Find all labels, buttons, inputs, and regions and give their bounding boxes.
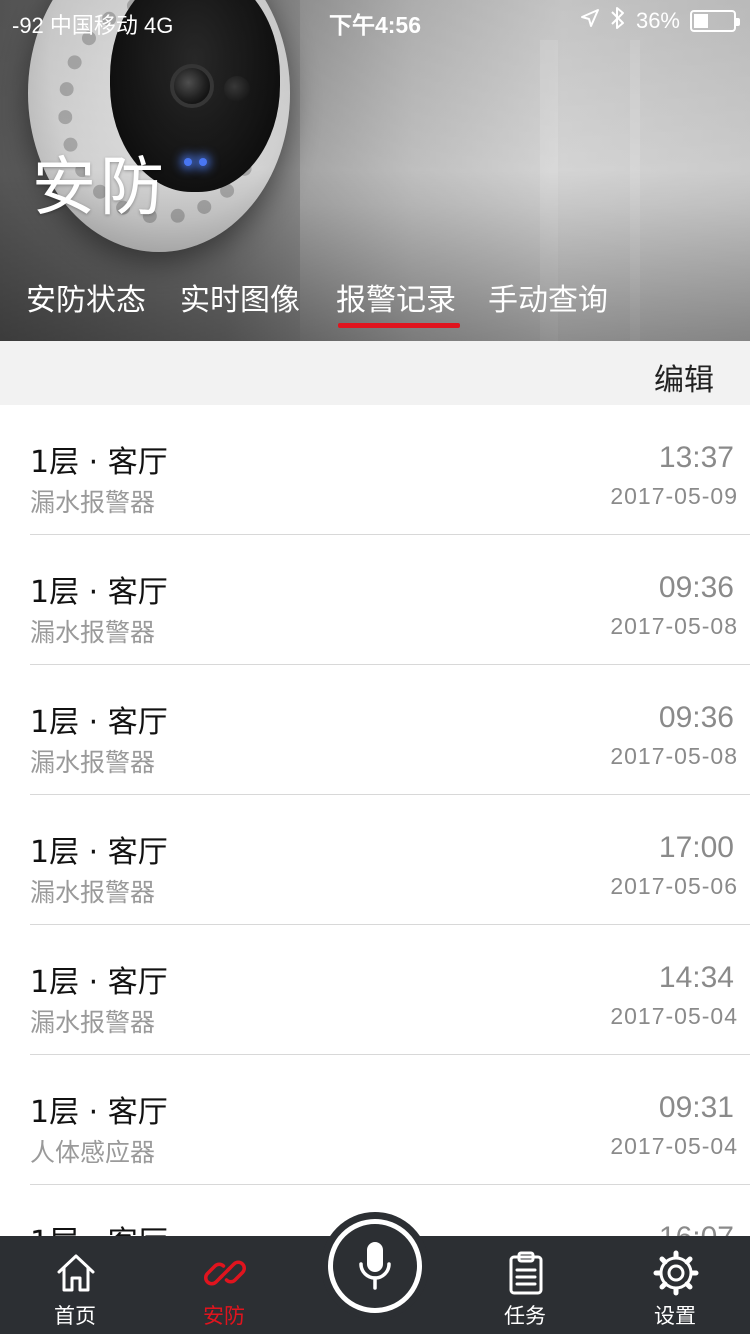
record-device: 漏水报警器: [30, 488, 156, 517]
record-device: 人体感应器: [30, 1138, 156, 1167]
record-location: 1层 · 客厅: [30, 1217, 168, 1236]
tab-alarm-records[interactable]: 报警记录: [336, 275, 456, 319]
header-hero: -92 中国移动 4G 下午4:56 36% 安防 安防状态 实时图像 报警记录…: [0, 0, 750, 341]
record-device: 漏水报警器: [30, 878, 156, 907]
list-item[interactable]: 1层 · 客厅 漏水报警器 09:36 2017-05-08: [0, 665, 750, 795]
record-location: 1层 · 客厅: [30, 445, 168, 480]
edit-button[interactable]: 编辑: [654, 355, 714, 399]
tabbar-label: 任务: [504, 1304, 546, 1328]
tabbar-item-tasks[interactable]: 任务: [465, 1236, 585, 1334]
active-tab-indicator: [338, 323, 460, 328]
voice-button-ring: [328, 1219, 422, 1313]
record-device: 漏水报警器: [30, 618, 156, 647]
tabbar-item-home[interactable]: 首页: [15, 1236, 135, 1334]
list-item[interactable]: 1层 · 客厅 漏水报警器 14:34 2017-05-04: [0, 925, 750, 1055]
battery-icon: [690, 10, 740, 32]
gear-icon: [653, 1250, 699, 1296]
record-location: 1层 · 客厅: [30, 1095, 168, 1130]
record-device: 漏水报警器: [30, 748, 156, 777]
home-icon: [57, 1254, 95, 1292]
record-location: 1层 · 客厅: [30, 835, 168, 870]
list-item[interactable]: 1层 · 客厅 漏水报警器 09:36 2017-05-08: [0, 535, 750, 665]
alarm-record-list[interactable]: 1层 · 客厅 漏水报警器 13:37 2017-05-09 1层 · 客厅 漏…: [0, 405, 750, 1236]
bluetooth-icon: [610, 6, 626, 36]
record-location: 1层 · 客厅: [30, 965, 168, 1000]
status-bar: -92 中国移动 4G 下午4:56 36%: [0, 0, 750, 40]
tabbar-label: 安防: [203, 1304, 245, 1328]
record-location: 1层 · 客厅: [30, 575, 168, 610]
list-item[interactable]: 1层 · 客厅 漏水报警器 13:37 2017-05-09: [0, 405, 750, 535]
record-time: 09:31: [658, 1091, 734, 1124]
record-time: 09:36: [658, 571, 734, 604]
status-icons: 36%: [580, 6, 740, 36]
list-item[interactable]: 1层 · 客厅 人体感应器 09:31 2017-05-04: [0, 1055, 750, 1185]
record-date: 2017-05-09: [610, 483, 738, 509]
page-title: 安防: [32, 151, 168, 225]
segment-tabs: 安防状态 实时图像 报警记录 手动查询: [0, 275, 750, 341]
location-arrow-icon: [580, 8, 600, 34]
link-icon: [204, 1260, 246, 1286]
record-date: 2017-05-06: [610, 873, 738, 899]
record-time: 14:34: [658, 961, 734, 994]
record-location: 1层 · 客厅: [30, 705, 168, 740]
record-time: 16:07: [659, 1221, 734, 1236]
record-time: 09:36: [658, 701, 734, 734]
record-date: 2017-05-08: [610, 613, 738, 639]
list-item[interactable]: 1层 · 客厅 漏水报警器 17:00 2017-05-06: [0, 795, 750, 925]
tabbar-item-settings[interactable]: 设置: [615, 1236, 735, 1334]
clipboard-icon: [509, 1251, 543, 1295]
tabbar-item-security[interactable]: 安防: [164, 1236, 284, 1334]
record-date: 2017-05-04: [610, 1003, 738, 1029]
record-time: 13:37: [658, 441, 734, 474]
voice-button[interactable]: [321, 1212, 429, 1320]
record-device: 漏水报警器: [30, 1008, 156, 1037]
tab-security-status[interactable]: 安防状态: [26, 275, 146, 319]
record-date: 2017-05-08: [610, 743, 738, 769]
tabbar-label: 设置: [654, 1304, 696, 1328]
tab-live-image[interactable]: 实时图像: [180, 275, 300, 319]
tab-manual-query[interactable]: 手动查询: [488, 275, 608, 319]
microphone-icon: [359, 1242, 391, 1290]
record-date: 2017-05-04: [610, 1133, 738, 1159]
battery-percent: 36%: [635, 8, 680, 33]
tabbar-label: 首页: [54, 1304, 96, 1328]
list-toolbar: 编辑: [0, 341, 750, 405]
record-time: 17:00: [658, 831, 734, 864]
